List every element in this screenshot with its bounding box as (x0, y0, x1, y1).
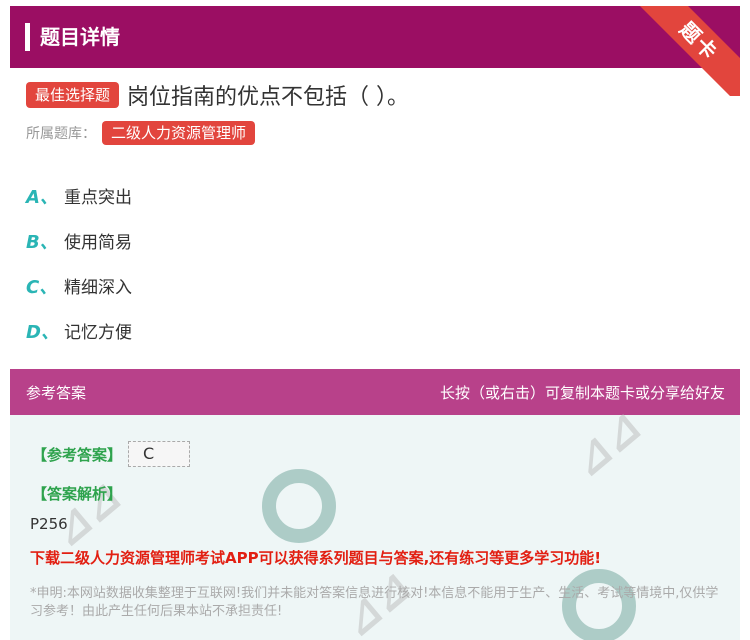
question-text: 岗位指南的优点不包括（ ）。 (127, 85, 410, 110)
option-letter: B、 (26, 231, 58, 253)
option-d[interactable]: D、 记忆方便 (26, 308, 726, 353)
corner-ribbon: 题卡 (630, 6, 740, 96)
question-type-badge: 最佳选择题 (26, 82, 120, 108)
option-letter: A、 (26, 186, 58, 208)
page-title: 题目详情 (40, 25, 120, 49)
answer-header: 参考答案 长按（或右击）可复制本题卡或分享给好友 (10, 369, 740, 415)
option-b[interactable]: B、 使用简易 (26, 218, 726, 263)
disclaimer-text: *申明:本网站数据收集整理于互联网!我们并未能对答案信息进行核对!本信息不能用于… (30, 586, 719, 619)
analysis-label: 【答案解析】 (32, 485, 123, 503)
options-list: A、 重点突出 B、 使用简易 C、 精细深入 D、 记忆方便 (26, 173, 726, 353)
question-line: 最佳选择题 岗位指南的优点不包括（ ）。 (26, 80, 409, 110)
share-hint: 长按（或右击）可复制本题卡或分享给好友 (439, 384, 725, 402)
option-a[interactable]: A、 重点突出 (26, 173, 726, 218)
option-letter: C、 (26, 276, 58, 298)
option-text: 使用简易 (64, 233, 132, 253)
reference-answer-label: 【参考答案】 (32, 445, 123, 464)
bank-name-link[interactable]: 二级人力资源管理师 (102, 121, 256, 145)
answer-panel: 参考答案 长按（或右击）可复制本题卡或分享给好友 ⊿⊿ ⊿⊿ ⊿⊿ 【参考答案】… (10, 369, 740, 640)
analysis-text: P256 (30, 515, 68, 533)
watermark-logo-icon (262, 469, 336, 543)
option-text: 记忆方便 (64, 323, 132, 343)
title-bar: 题目详情 题卡 (10, 6, 740, 96)
reference-answer-value: C (128, 441, 191, 467)
option-letter: D、 (26, 321, 59, 343)
question-bank-line: 所属题库： 二级人力资源管理师 (26, 120, 256, 146)
option-text: 精细深入 (64, 278, 132, 298)
bank-label: 所属题库： (26, 126, 96, 142)
reference-answer: 【参考答案】 C (32, 441, 191, 467)
title-accent-bar (25, 23, 30, 51)
option-text: 重点突出 (64, 188, 132, 208)
answer-heading: 参考答案 (26, 384, 87, 402)
app-promo-link[interactable]: 下载二级人力资源管理师考试APP可以获得系列题目与答案,还有练习等更多学习功能! (30, 547, 601, 568)
option-c[interactable]: C、 精细深入 (26, 263, 726, 308)
ribbon-label: 题卡 (633, 6, 740, 96)
